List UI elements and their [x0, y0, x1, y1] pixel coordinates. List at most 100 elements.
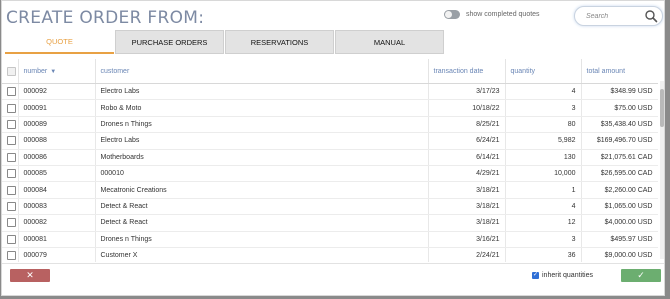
cell-transaction-date: 3/18/21 — [428, 214, 506, 232]
cell-total-amount: $75.00 USD — [581, 99, 658, 117]
cell-total-amount: $26,595.00 CAD — [581, 165, 658, 183]
row-select-cell — [2, 99, 19, 117]
cell-quantity: 4 — [505, 198, 582, 216]
cell-quantity: 1 — [505, 181, 582, 199]
search-input[interactable] — [586, 10, 642, 22]
cell-quantity: 5,982 — [505, 132, 582, 150]
cell-number: 000085 — [18, 165, 96, 183]
cell-quantity: 4 — [505, 83, 582, 101]
show-completed-toggle-group: show completed quotes — [444, 10, 540, 19]
column-header-customer[interactable]: customer — [95, 59, 429, 84]
show-completed-label: show completed quotes — [466, 11, 540, 18]
table-row[interactable]: 000092 Electro Labs 3/17/23 4 $348.99 USD — [2, 83, 658, 101]
table-row[interactable]: 000091 Robo & Moto 10/18/22 3 $75.00 USD — [2, 99, 658, 117]
row-checkbox[interactable] — [7, 103, 16, 113]
table-row[interactable]: 000089 Drones n Things 8/25/21 80 $35,438.40… — [2, 116, 658, 134]
column-header-number[interactable]: number ▼ — [18, 59, 96, 84]
cell-customer: Drones n Things — [95, 231, 429, 248]
cell-number: 000082 — [18, 214, 96, 232]
cell-customer: Detect & React — [95, 198, 429, 216]
cell-quantity: 36 — [505, 247, 582, 262]
cell-customer: Electro Labs — [95, 132, 429, 150]
grid-scrollbar[interactable] — [660, 81, 664, 259]
table-row[interactable]: 000082 Detect & React 3/18/21 12 $4,000.00 U… — [2, 214, 658, 232]
cell-transaction-date: 6/24/21 — [428, 132, 506, 150]
row-select-cell — [2, 231, 19, 248]
search-icon[interactable] — [644, 9, 658, 23]
column-header-transaction-date[interactable]: transaction date — [428, 59, 506, 84]
row-checkbox[interactable] — [7, 119, 16, 129]
row-select-cell — [2, 83, 19, 101]
cell-quantity: 130 — [505, 149, 582, 166]
cell-customer: Detect & React — [95, 214, 429, 232]
cell-transaction-date: 2/24/21 — [428, 247, 506, 262]
confirm-button[interactable]: ✓ — [621, 269, 661, 282]
tab-reservations[interactable]: RESERVATIONS — [225, 30, 334, 54]
dialog-footer: ✕ ✓ inherit quantities ✓ — [2, 263, 664, 295]
cell-transaction-date: 3/17/23 — [428, 83, 506, 101]
row-checkbox[interactable] — [7, 251, 16, 261]
row-checkbox[interactable] — [7, 169, 16, 179]
cell-transaction-date: 6/14/21 — [428, 149, 506, 166]
row-select-cell — [2, 149, 19, 166]
select-all-cell — [2, 59, 19, 84]
table-row[interactable]: 000084 Mecatronic Creations 3/18/21 1 $2,260… — [2, 181, 658, 199]
row-checkbox[interactable] — [7, 234, 16, 244]
row-checkbox[interactable] — [7, 136, 16, 146]
cell-customer: 000010 — [95, 165, 429, 183]
cell-transaction-date: 3/18/21 — [428, 198, 506, 216]
show-completed-toggle[interactable] — [444, 10, 460, 19]
cell-quantity: 3 — [505, 231, 582, 248]
cell-transaction-date: 10/18/22 — [428, 99, 506, 117]
cell-total-amount: $4,000.00 USD — [581, 214, 658, 232]
row-select-cell — [2, 214, 19, 232]
tab-manual[interactable]: MANUAL — [335, 30, 444, 54]
cell-total-amount: $21,075.61 CAD — [581, 149, 658, 166]
tab-purchase-orders[interactable]: PURCHASE ORDERS — [115, 30, 224, 54]
cell-quantity: 10,000 — [505, 165, 582, 183]
dialog-title: CREATE ORDER FROM: — [6, 8, 205, 28]
column-header-total-amount[interactable]: total amount — [581, 59, 658, 84]
cell-total-amount: $169,496.70 USD — [581, 132, 658, 150]
cell-total-amount: $9,000.00 USD — [581, 247, 658, 262]
select-all-checkbox[interactable] — [7, 66, 16, 76]
cell-customer: Motherboards — [95, 149, 429, 166]
cell-transaction-date: 3/18/21 — [428, 181, 506, 199]
sort-descending-icon: ▼ — [50, 68, 57, 75]
cell-transaction-date: 4/29/21 — [428, 165, 506, 183]
table-row[interactable]: 000088 Electro Labs 6/24/21 5,982 $169,496.7… — [2, 132, 658, 150]
tab-quote[interactable]: QUOTE — [5, 30, 114, 54]
cell-total-amount: $348.99 USD — [581, 83, 658, 101]
table-row[interactable]: 000086 Motherboards 6/14/21 130 $21,075.61 C… — [2, 149, 658, 166]
cell-customer: Drones n Things — [95, 116, 429, 134]
row-select-cell — [2, 198, 19, 216]
row-select-cell — [2, 132, 19, 150]
inherit-quantities-option[interactable]: ✓ inherit quantities — [532, 272, 593, 279]
row-checkbox[interactable] — [7, 87, 16, 97]
table-row[interactable]: 000085 000010 4/29/21 10,000 $26,595.00 CAD — [2, 165, 658, 183]
cell-number: 000088 — [18, 132, 96, 150]
table-header-row: number ▼ customer transaction date quanti… — [2, 59, 658, 84]
cancel-button[interactable]: ✕ — [10, 269, 50, 282]
cell-number: 000092 — [18, 83, 96, 101]
table-row[interactable]: 000083 Detect & React 3/18/21 4 $1,065.00 US… — [2, 198, 658, 216]
row-checkbox[interactable] — [7, 201, 16, 211]
scrollbar-thumb[interactable] — [660, 89, 664, 127]
row-checkbox[interactable] — [7, 185, 16, 195]
inherit-quantities-label: inherit quantities — [542, 272, 593, 279]
row-checkbox[interactable] — [7, 218, 16, 228]
cell-number: 000079 — [18, 247, 96, 262]
cell-total-amount: $495.97 USD — [581, 231, 658, 248]
column-header-quantity[interactable]: quantity — [505, 59, 582, 84]
table-row[interactable]: 000079 Customer X 2/24/21 36 $9,000.00 USD — [2, 247, 658, 262]
cell-transaction-date: 3/16/21 — [428, 231, 506, 248]
row-checkbox[interactable] — [7, 152, 16, 162]
inherit-quantities-checkbox[interactable]: ✓ — [532, 272, 539, 279]
table-row[interactable]: 000081 Drones n Things 3/16/21 3 $495.97 USD — [2, 231, 658, 248]
cell-total-amount: $1,065.00 USD — [581, 198, 658, 216]
search-box — [574, 6, 663, 26]
cell-number: 000081 — [18, 231, 96, 248]
cell-customer: Customer X — [95, 247, 429, 262]
cell-quantity: 80 — [505, 116, 582, 134]
cell-customer: Robo & Moto — [95, 99, 429, 117]
